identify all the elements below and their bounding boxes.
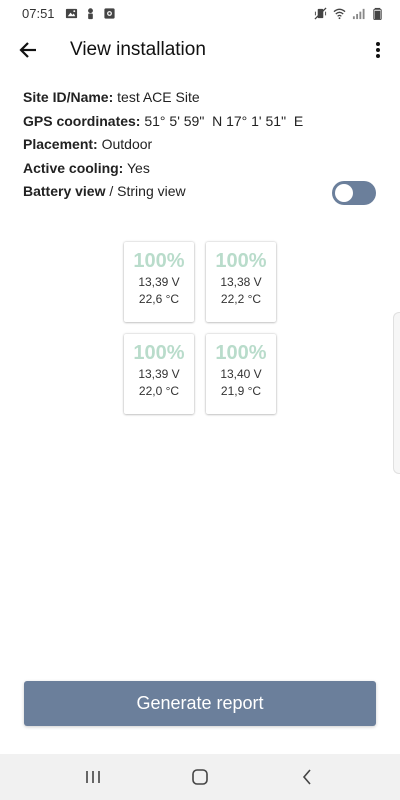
battery-temperature: 22,2 °C (220, 292, 262, 306)
cooling-value: Yes (127, 159, 150, 176)
gps-row: GPS coordinates: 51° 5' 59" N 17° 1' 51"… (23, 110, 376, 134)
battery-view-label: Battery view (23, 183, 106, 199)
wifi-icon (333, 8, 346, 19)
screen: 07:51 View installation Site ID/Name: te… (0, 0, 400, 800)
status-time: 07:51 (22, 5, 55, 21)
gps-label: GPS coordinates: (23, 112, 141, 129)
placement-row: Placement: Outdoor (23, 133, 376, 157)
view-separator: / (105, 183, 118, 199)
battery-percent: 100% (215, 250, 267, 272)
more-vertical-icon (376, 42, 380, 58)
battery-card[interactable]: 100% 13,39 V 22,0 °C (124, 334, 194, 414)
battery-card[interactable]: 100% 13,40 V 21,9 °C (206, 334, 276, 414)
battery-voltage: 13,39 V (138, 367, 180, 381)
battery-temperature: 22,0 °C (138, 384, 180, 398)
battery-percent: 100% (133, 342, 185, 364)
signal-icon (352, 8, 365, 19)
status-right (314, 6, 384, 20)
battery-grid: 100% 13,39 V 22,6 °C 100% 13,38 V 22,2 °… (124, 242, 276, 414)
home-button[interactable] (180, 757, 220, 797)
arrow-back-icon (19, 42, 36, 58)
recents-icon (86, 771, 101, 783)
record-icon (103, 7, 115, 19)
installation-info: Site ID/Name: test ACE Site GPS coordina… (23, 86, 376, 205)
app-bar: View installation (0, 26, 400, 74)
nav-back-button[interactable] (287, 757, 327, 797)
back-button[interactable] (14, 36, 42, 64)
site-row: Site ID/Name: test ACE Site (23, 86, 376, 110)
overflow-menu-button[interactable] (368, 36, 388, 64)
cooling-label: Active cooling: (23, 159, 124, 176)
battery-temperature: 21,9 °C (220, 384, 262, 398)
generate-report-button[interactable]: Generate report (24, 681, 376, 726)
page-title: View installation (70, 39, 206, 60)
site-label: Site ID/Name: (23, 89, 114, 105)
gps-value: 51° 5' 59" N 17° 1' 51" E (144, 112, 304, 129)
view-toggle-switch[interactable] (332, 180, 376, 205)
mute-vibrate-icon (314, 6, 327, 20)
battery-percent: 100% (215, 342, 267, 364)
placement-value: Outdoor (101, 136, 153, 152)
toggle-knob (335, 183, 353, 202)
system-nav-bar (0, 754, 400, 800)
battery-card[interactable]: 100% 13,38 V 22,2 °C (206, 242, 276, 322)
status-left: 07:51 (22, 6, 116, 21)
status-bar: 07:51 (0, 0, 400, 26)
battery-voltage: 13,38 V (220, 275, 262, 289)
placement-label: Placement: (23, 136, 98, 152)
back-chevron-icon (302, 769, 311, 785)
image-icon (65, 8, 77, 18)
string-view-label: String view (117, 183, 186, 199)
battery-percent: 100% (133, 250, 185, 272)
edge-panel-handle[interactable] (393, 312, 400, 474)
battery-voltage: 13,39 V (138, 275, 180, 289)
battery-temperature: 22,6 °C (138, 292, 180, 306)
site-value: test ACE Site (117, 89, 200, 105)
cooling-row: Active cooling: Yes (23, 157, 376, 181)
person-icon (87, 7, 93, 19)
view-toggle-row: Battery view / String view (23, 180, 376, 205)
battery-voltage: 13,40 V (220, 367, 262, 381)
battery-card[interactable]: 100% 13,39 V 22,6 °C (124, 242, 194, 322)
home-icon (192, 769, 208, 785)
recents-button[interactable] (73, 757, 113, 797)
battery-icon (373, 7, 382, 20)
